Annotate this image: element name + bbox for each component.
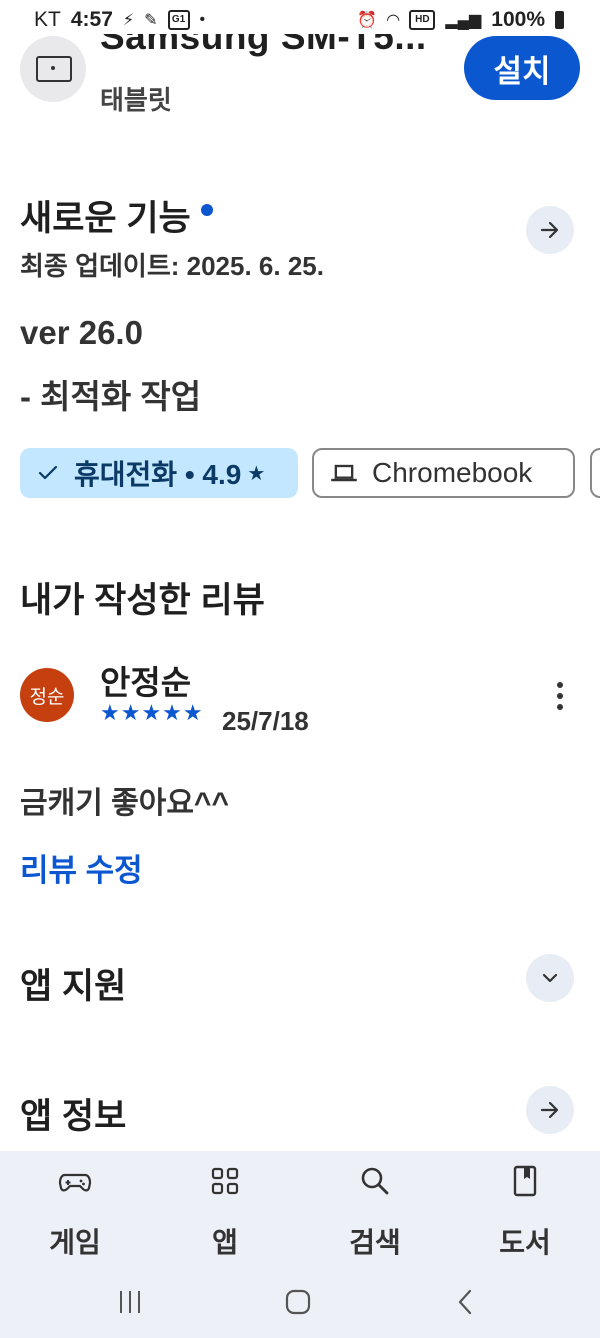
nav-books-label: 도서 xyxy=(499,1227,551,1258)
back-button[interactable] xyxy=(446,1282,486,1322)
apps-grid-icon xyxy=(211,1167,239,1195)
system-navigation-bar xyxy=(0,1266,600,1338)
arrow-right-icon xyxy=(540,1101,559,1119)
new-indicator-dot xyxy=(200,203,213,216)
recent-apps-icon xyxy=(120,1291,140,1313)
battery-icon xyxy=(555,11,564,29)
recent-apps-button[interactable] xyxy=(110,1282,150,1322)
nav-books[interactable]: 도서 xyxy=(475,1151,575,1266)
cell-signal-icon: ▂▄▆ xyxy=(445,12,482,29)
bottom-navigation: 게임 앱 검색 도서 xyxy=(0,1151,600,1266)
wifi-icon: ◠ xyxy=(387,12,400,29)
nav-games-label: 게임 xyxy=(49,1227,101,1258)
book-icon xyxy=(513,1165,537,1197)
whats-new-arrow-button[interactable] xyxy=(526,206,574,254)
review-date: 25/7/18 xyxy=(222,706,309,736)
gamepad-icon xyxy=(58,1173,92,1192)
tablet-device-icon xyxy=(20,36,86,102)
home-icon xyxy=(285,1289,311,1315)
arrow-right-icon xyxy=(540,221,559,239)
chip-chromebook[interactable]: Chromebook xyxy=(312,448,575,498)
g1-badge-icon: G1 xyxy=(167,10,190,30)
review-author: 안정순 xyxy=(100,664,192,701)
more-options-button[interactable] xyxy=(544,676,576,716)
my-review-title: 내가 작성한 리뷰 xyxy=(20,581,265,620)
battery-percent: 100% xyxy=(491,8,545,31)
version-text: ver 26.0 xyxy=(20,314,143,351)
alarm-icon: ⏰ xyxy=(357,12,378,29)
check-icon xyxy=(38,465,58,480)
dot-icon: • xyxy=(199,11,206,28)
home-button[interactable] xyxy=(278,1282,318,1322)
more-dot xyxy=(557,693,563,699)
clock: 4:57 xyxy=(70,8,113,31)
chip-phone[interactable]: 휴대전화 • 4.9 ★ xyxy=(20,448,298,498)
nav-apps-label: 앱 xyxy=(212,1227,238,1258)
avatar: 정순 xyxy=(20,668,74,722)
chip-more-partial[interactable] xyxy=(590,448,600,498)
chevron-down-icon xyxy=(542,973,558,983)
app-subtitle: 태블릿 xyxy=(100,85,172,115)
search-icon xyxy=(361,1167,389,1195)
chip-chromebook-label: Chromebook xyxy=(372,457,533,488)
nav-search[interactable]: 검색 xyxy=(325,1151,425,1266)
app-support-expand-button[interactable] xyxy=(526,954,574,1002)
review-text: 금캐기 좋아요^^ xyxy=(20,787,229,820)
nav-games[interactable]: 게임 xyxy=(25,1151,125,1266)
signal-strength-icon: ⚡ xyxy=(122,12,135,29)
app-info-title[interactable]: 앱 정보 xyxy=(20,1088,126,1139)
nav-apps[interactable]: 앱 xyxy=(175,1151,275,1266)
carrier-label: KT xyxy=(34,8,61,31)
whats-new-title: 새로운 기능 xyxy=(20,199,191,238)
more-dot xyxy=(557,682,563,688)
edit-review-link[interactable]: 리뷰 수정 xyxy=(20,845,143,890)
rating-stars: ★★★★★ xyxy=(100,700,204,725)
nav-search-label: 검색 xyxy=(349,1227,401,1258)
notification-app-icon: ✎ xyxy=(144,12,158,29)
chip-phone-label: 휴대전화 • 4.9 xyxy=(74,459,242,490)
back-icon xyxy=(458,1289,472,1315)
laptop-icon xyxy=(331,464,357,482)
release-note-text: - 최적화 작업 xyxy=(20,378,202,415)
install-button[interactable]: 설치 xyxy=(464,36,580,100)
app-info-arrow-button[interactable] xyxy=(526,1086,574,1134)
hd-badge-icon: HD xyxy=(409,10,436,30)
star-icon: ★ xyxy=(247,462,266,485)
app-support-title[interactable]: 앱 지원 xyxy=(20,958,126,1009)
more-dot xyxy=(557,704,563,710)
whats-new-header[interactable]: 새로운 기능 xyxy=(20,190,213,241)
last-updated-text: 최종 업데이트: 2025. 6. 25. xyxy=(20,251,324,281)
